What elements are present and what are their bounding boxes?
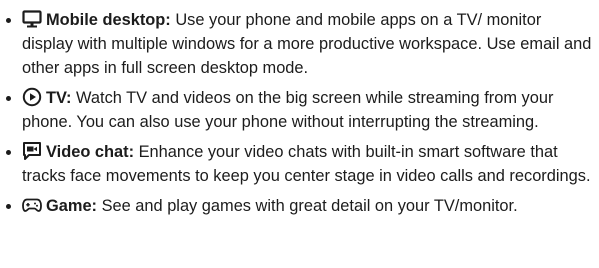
desktop-monitor-icon [22, 9, 42, 29]
feature-tv: TV: Watch TV and videos on the big scree… [0, 86, 599, 134]
feature-description: See and play games with great detail on … [97, 197, 518, 215]
bullet [6, 204, 11, 209]
bullet [6, 18, 11, 23]
feature-title: Game: [46, 197, 98, 215]
bullet [6, 150, 11, 155]
feature-title: TV: [46, 89, 72, 107]
video-chat-icon [22, 141, 42, 161]
bullet [6, 96, 11, 101]
feature-mobile-desktop: Mobile desktop: Use your phone and mobil… [0, 8, 599, 80]
feature-description: Watch TV and videos on the big screen wh… [22, 89, 554, 131]
feature-title: Mobile desktop: [46, 11, 171, 29]
feature-video-chat: Video chat: Enhance your video chats wit… [0, 140, 599, 188]
feature-title: Video chat: [46, 143, 135, 161]
gamepad-icon [22, 195, 42, 215]
feature-list: Mobile desktop: Use your phone and mobil… [0, 0, 599, 218]
feature-game: Game: See and play games with great deta… [0, 194, 599, 218]
play-circle-icon [22, 87, 42, 107]
